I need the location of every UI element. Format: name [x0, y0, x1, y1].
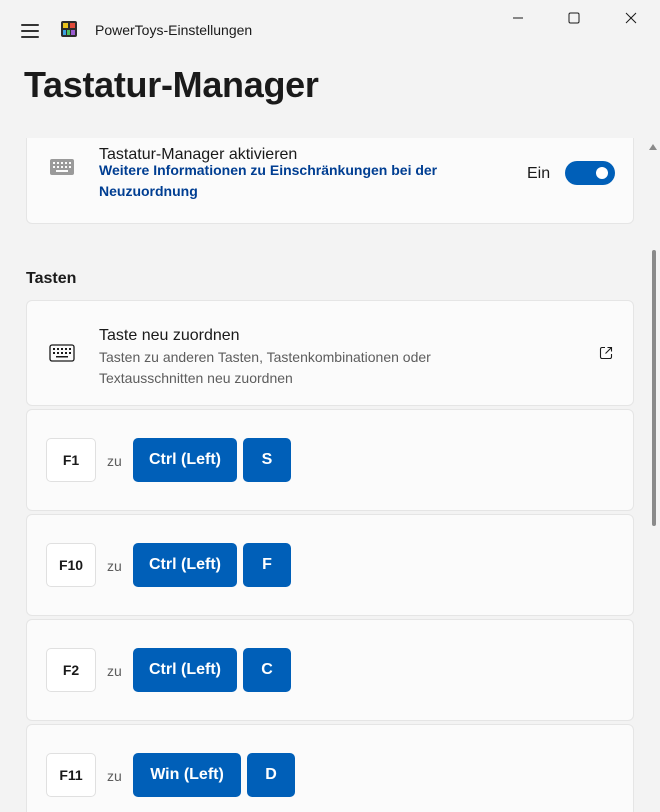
original-key: F1: [46, 438, 96, 482]
original-key: F11: [46, 753, 96, 797]
enable-toggle[interactable]: [565, 161, 615, 185]
close-icon: [625, 12, 637, 24]
title-bar: PowerToys-Einstellungen: [0, 0, 660, 60]
target-key: Ctrl (Left): [133, 438, 237, 482]
remap-title: Taste neu zuordnen: [99, 327, 240, 344]
mapping-connector: zu: [107, 453, 122, 469]
target-key: Ctrl (Left): [133, 543, 237, 587]
hamburger-icon[interactable]: [14, 18, 46, 44]
activate-card: Tastatur-Manager aktivieren Weitere Info…: [26, 138, 634, 224]
target-key: C: [243, 648, 291, 692]
target-key: F: [243, 543, 291, 587]
close-button[interactable]: [603, 0, 659, 36]
toggle-knob: [596, 167, 608, 179]
mapping-connector: zu: [107, 558, 122, 574]
maximize-button[interactable]: [546, 0, 602, 36]
powertoys-logo-icon: [61, 21, 77, 37]
section-heading-tasten: Tasten: [26, 270, 77, 287]
minimize-button[interactable]: [490, 0, 546, 36]
original-key: F10: [46, 543, 96, 587]
toggle-state-label: Ein: [527, 165, 551, 182]
mapping-connector: zu: [107, 663, 122, 679]
scrollbar-thumb[interactable]: [652, 250, 656, 526]
target-key: Ctrl (Left): [133, 648, 237, 692]
target-key: Win (Left): [133, 753, 241, 797]
remap-description: Tasten zu anderen Tasten, Tastenkombinat…: [99, 349, 431, 386]
minimize-icon: [513, 17, 523, 19]
window-title: PowerToys-Einstellungen: [95, 22, 253, 38]
key-mapping-row: F2 zu Ctrl (Left) C: [26, 619, 634, 721]
target-key: S: [243, 438, 291, 482]
maximize-icon: [568, 12, 580, 24]
remap-key-card[interactable]: Taste neu zuordnen Tasten zu anderen Tas…: [26, 300, 634, 406]
key-mapping-row: F11 zu Win (Left) D: [26, 724, 634, 812]
vertical-scrollbar[interactable]: [646, 138, 660, 812]
key-mapping-row: F10 zu Ctrl (Left) F: [26, 514, 634, 616]
keyboard-icon: [49, 344, 75, 362]
scroll-up-icon[interactable]: [649, 144, 657, 150]
target-key: D: [247, 753, 295, 797]
keyboard-icon: [50, 159, 74, 175]
limitations-link[interactable]: Weitere Informationen zu Einschränkungen…: [99, 160, 499, 202]
key-mapping-row: F1 zu Ctrl (Left) S: [26, 409, 634, 511]
content-area: Tastatur-Manager aktivieren Weitere Info…: [0, 138, 646, 812]
original-key: F2: [46, 648, 96, 692]
open-external-icon[interactable]: [599, 346, 613, 360]
page-title: Tastatur-Manager: [24, 64, 319, 105]
mapping-connector: zu: [107, 768, 122, 784]
